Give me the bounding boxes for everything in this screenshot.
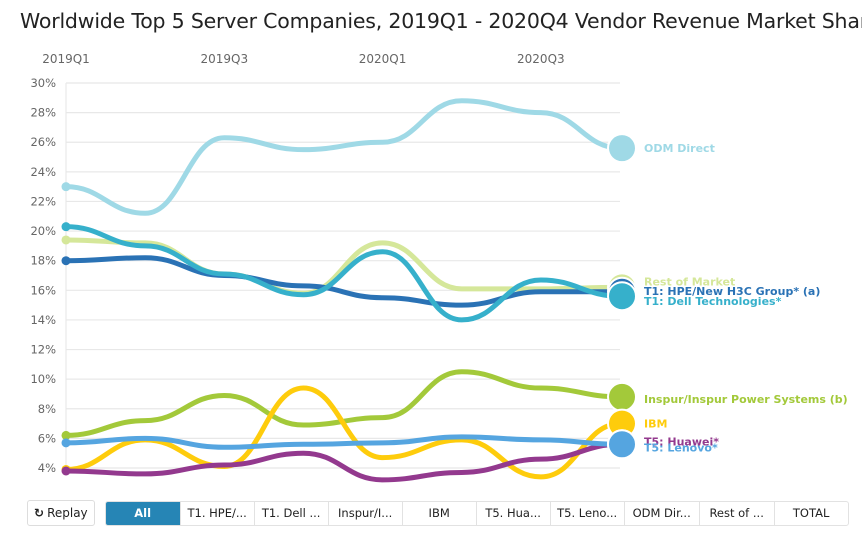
series-label: IBM [644,418,667,431]
series-label: ODM Direct [644,142,715,155]
y-tick-label: 8% [38,402,56,416]
y-tick-label: 18% [30,254,56,268]
tab-lenovo[interactable]: T5. Leno... [551,501,625,525]
series-start-point [61,182,71,192]
series-start-point [61,235,71,245]
y-tick-label: 30% [30,76,56,90]
tab-all[interactable]: All [105,501,181,525]
replay-label: Replay [47,506,88,520]
line-chart: 2019Q1 2019Q3 2020Q1 2020Q3 30% 28% 26% 24% 22%… [30,52,848,483]
x-tick-label: 2019Q3 [200,52,248,66]
replay-icon: ↻ [34,506,45,520]
tab-huawei[interactable]: T5. Hua... [477,501,551,525]
series-end-marker [607,281,637,312]
y-tick-label: 28% [30,106,56,120]
y-tick-label: 14% [30,313,56,327]
series-start-point [61,222,71,232]
y-tick-label: 26% [30,135,56,149]
tab-dell[interactable]: T1. Dell ... [255,501,329,525]
y-tick-label: 6% [38,431,56,445]
y-tick-label: 10% [30,372,56,386]
series-line [63,385,623,480]
series-label: T5: Lenovo* [644,441,718,454]
series-end-marker [607,381,637,412]
tab-odm-direct[interactable]: ODM Dir... [625,501,700,525]
replay-button[interactable]: ↻ Replay [27,500,95,526]
series-label: Inspur/Inspur Power Systems (b) [644,393,848,406]
y-tick-label: 12% [30,343,56,357]
series-label: T1: Dell Technologies* [644,295,782,308]
series-start-point [61,466,71,476]
series-filter-tabs: All T1. HPE/... T1. Dell ... Inspur/I...… [104,500,849,526]
y-tick-label: 24% [30,165,56,179]
series-start-point [61,256,71,266]
tab-rest-of-market[interactable]: Rest of ... [700,501,775,525]
y-tick-label: 4% [38,461,56,475]
series-line [63,98,623,216]
x-tick-label: 2020Q3 [517,52,565,66]
y-tick-label: 16% [30,283,56,297]
tab-hpe[interactable]: T1. HPE/... [181,501,255,525]
y-tick-label: 20% [30,224,56,238]
series-start-point [61,438,71,448]
x-tick-label: 2019Q1 [42,52,90,66]
tab-ibm[interactable]: IBM [403,501,477,525]
tab-inspur[interactable]: Inspur/I... [329,501,403,525]
series-end-marker [607,429,637,460]
y-tick-label: 22% [30,194,56,208]
series-end-marker [607,133,637,164]
x-tick-label: 2020Q1 [359,52,407,66]
chart-controls: ↻ Replay All T1. HPE/... T1. Dell ... In… [27,500,849,526]
tab-total[interactable]: TOTAL [775,502,848,525]
